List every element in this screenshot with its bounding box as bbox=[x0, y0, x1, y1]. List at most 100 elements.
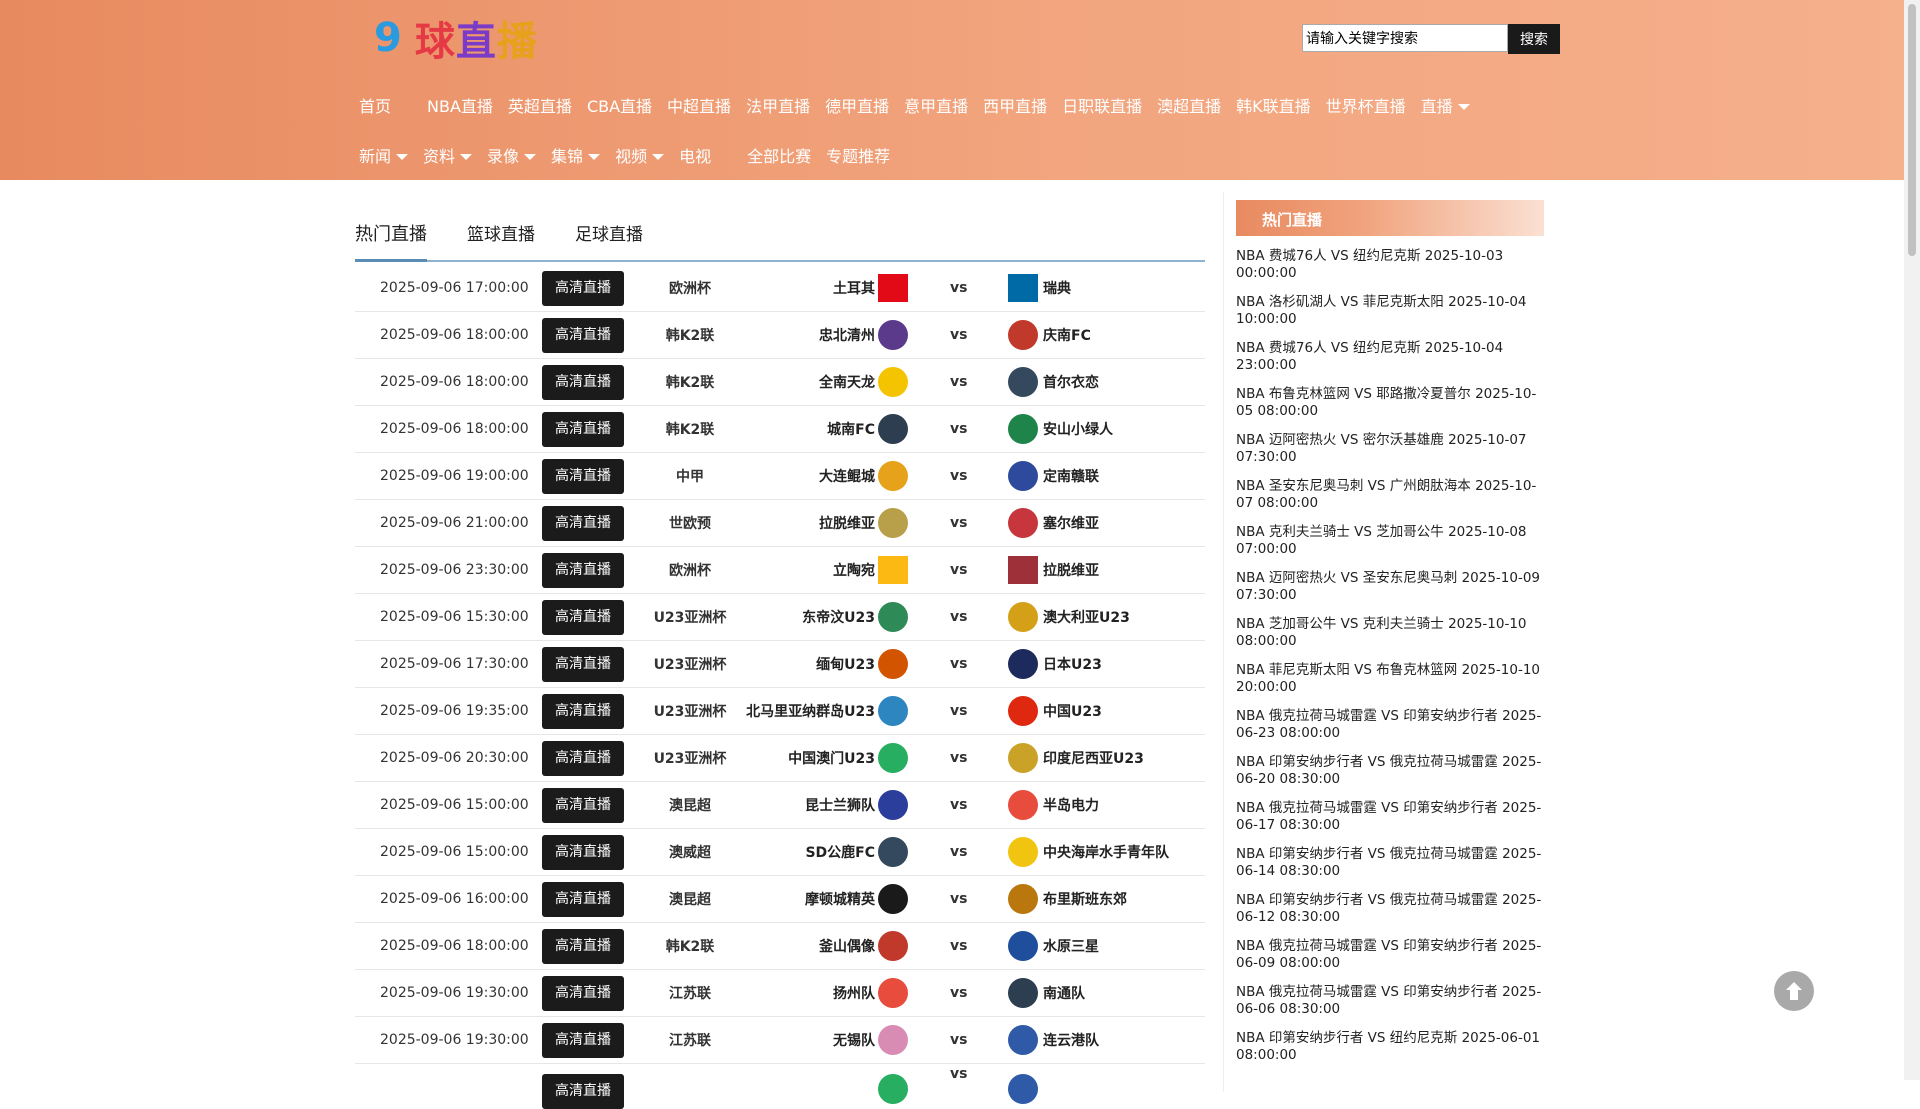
sidebar-match-link[interactable]: NBA 印第安纳步行者 VS 纽约尼克斯 2025-06-01 08:00:00 bbox=[1236, 1030, 1548, 1076]
home-team[interactable]: 拉脱维亚 bbox=[819, 513, 875, 533]
nav-item[interactable]: 直播 bbox=[1421, 93, 1470, 117]
league-name[interactable]: 韩K2联 bbox=[625, 419, 755, 439]
league-name[interactable]: 世欧预 bbox=[625, 513, 755, 533]
home-team[interactable]: 忠北清州 bbox=[819, 325, 875, 345]
sidebar-match-link[interactable]: NBA 俄克拉荷马城雷霆 VS 印第安纳步行者 2025-06-17 08:30… bbox=[1236, 800, 1548, 846]
match-row[interactable]: 2025-09-06 18:00:00 高清直播 韩K2联 城南FC vs 安山小绿人 bbox=[355, 406, 1205, 453]
nav-item[interactable]: 首页 bbox=[359, 93, 391, 117]
home-team[interactable]: 城南FC bbox=[827, 419, 875, 439]
match-row[interactable]: 2025-09-06 18:00:00 高清直播 韩K2联 全南天龙 vs 首尔衣恋 bbox=[355, 359, 1205, 406]
live-button[interactable]: 高清直播 bbox=[542, 1022, 624, 1058]
home-team[interactable]: 土耳其 bbox=[833, 278, 875, 298]
sidebar-match-link[interactable]: NBA 俄克拉荷马城雷霆 VS 印第安纳步行者 2025-06-06 08:30… bbox=[1236, 984, 1548, 1030]
league-name[interactable]: 欧洲杯 bbox=[625, 278, 755, 298]
live-button[interactable]: 高清直播 bbox=[542, 834, 624, 870]
home-team[interactable]: 釜山偶像 bbox=[819, 936, 875, 956]
match-row[interactable]: 2025-09-06 23:30:00 高清直播 欧洲杯 立陶宛 vs 拉脱维亚 bbox=[355, 547, 1205, 594]
away-team[interactable]: 安山小绿人 bbox=[1043, 419, 1113, 439]
sidebar-match-link[interactable]: NBA 布鲁克林篮网 VS 耶路撒冷夏普尔 2025-10-05 08:00:0… bbox=[1236, 386, 1548, 432]
match-row[interactable]: 2025-09-06 15:30:00 高清直播 U23亚洲杯 东帝汶U23 vs 澳大利… bbox=[355, 594, 1205, 641]
search-button[interactable]: 搜索 bbox=[1508, 24, 1560, 54]
league-name[interactable]: 韩K2联 bbox=[625, 372, 755, 392]
league-name[interactable]: 澳威超 bbox=[625, 842, 755, 862]
nav-item[interactable]: 意甲直播 bbox=[904, 93, 968, 117]
nav-item[interactable]: 韩K联直播 bbox=[1236, 93, 1311, 117]
away-team[interactable]: 连云港队 bbox=[1043, 1030, 1099, 1050]
away-team[interactable]: 瑞典 bbox=[1043, 278, 1071, 298]
away-team[interactable]: 澳大利亚U23 bbox=[1043, 607, 1130, 627]
sidebar-match-link[interactable]: NBA 芝加哥公牛 VS 克利夫兰骑士 2025-10-10 08:00:00 bbox=[1236, 616, 1548, 662]
away-team[interactable]: 中央海岸水手青年队 bbox=[1043, 842, 1169, 862]
nav-item[interactable]: 日职联直播 bbox=[1062, 93, 1142, 117]
live-button[interactable]: 高清直播 bbox=[542, 270, 624, 306]
match-row[interactable]: 2025-09-06 19:00:00 高清直播 中甲 大连鲲城 vs 定南赣联 bbox=[355, 453, 1205, 500]
sidebar-match-link[interactable]: NBA 迈阿密热火 VS 密尔沃基雄鹿 2025-10-07 07:30:00 bbox=[1236, 432, 1548, 478]
league-name[interactable]: 江苏联 bbox=[625, 1030, 755, 1050]
home-team[interactable]: SD公鹿FC bbox=[805, 842, 875, 862]
home-team[interactable]: 立陶宛 bbox=[833, 560, 875, 580]
nav-item[interactable]: 德甲直播 bbox=[825, 93, 889, 117]
match-row[interactable]: 2025-09-06 17:00:00 高清直播 欧洲杯 土耳其 vs 瑞典 bbox=[355, 265, 1205, 312]
league-name[interactable]: U23亚洲杯 bbox=[625, 654, 755, 674]
match-row[interactable]: 2025-09-06 21:00:00 高清直播 世欧预 拉脱维亚 vs 塞尔维亚 bbox=[355, 500, 1205, 547]
sidebar-match-link[interactable]: NBA 印第安纳步行者 VS 俄克拉荷马城雷霆 2025-06-20 08:30… bbox=[1236, 754, 1548, 800]
away-team[interactable]: 印度尼西亚U23 bbox=[1043, 748, 1144, 768]
home-team[interactable]: 东帝汶U23 bbox=[802, 607, 875, 627]
sidebar-match-link[interactable]: NBA 费城76人 VS 纽约尼克斯 2025-10-04 23:00:00 bbox=[1236, 340, 1548, 386]
home-team[interactable]: 中国澳门U23 bbox=[788, 748, 875, 768]
sidebar-match-link[interactable]: NBA 印第安纳步行者 VS 俄克拉荷马城雷霆 2025-06-12 08:30… bbox=[1236, 892, 1548, 938]
live-button[interactable]: 高清直播 bbox=[542, 505, 624, 541]
live-button[interactable]: 高清直播 bbox=[542, 881, 624, 917]
home-team[interactable]: 北马里亚纳群岛U23 bbox=[746, 701, 875, 721]
away-team[interactable]: 水原三星 bbox=[1043, 936, 1099, 956]
away-team[interactable]: 日本U23 bbox=[1043, 654, 1102, 674]
league-name[interactable]: 韩K2联 bbox=[625, 325, 755, 345]
scrollbar-thumb[interactable] bbox=[1908, 4, 1916, 256]
live-button[interactable]: 高清直播 bbox=[542, 928, 624, 964]
league-name[interactable]: 韩K2联 bbox=[625, 936, 755, 956]
nav-item[interactable]: NBA直播 bbox=[427, 93, 493, 117]
nav-item[interactable]: 专题推荐 bbox=[826, 143, 890, 167]
nav-item[interactable]: 新闻 bbox=[359, 143, 409, 167]
league-name[interactable]: 中甲 bbox=[625, 466, 755, 486]
away-team[interactable]: 半岛电力 bbox=[1043, 795, 1099, 815]
home-team[interactable]: 扬州队 bbox=[833, 983, 875, 1003]
league-name[interactable]: 江苏联 bbox=[625, 983, 755, 1003]
home-team[interactable]: 全南天龙 bbox=[819, 372, 875, 392]
home-team[interactable]: 摩顿城精英 bbox=[805, 889, 875, 909]
live-button[interactable]: 高清直播 bbox=[542, 458, 624, 494]
away-team[interactable]: 南通队 bbox=[1043, 983, 1085, 1003]
match-row[interactable]: 高清直播 vs bbox=[355, 1064, 1205, 1109]
match-row[interactable]: 2025-09-06 15:00:00 高清直播 澳威超 SD公鹿FC vs 中央海岸水手… bbox=[355, 829, 1205, 876]
away-team[interactable]: 拉脱维亚 bbox=[1043, 560, 1099, 580]
live-button[interactable]: 高清直播 bbox=[542, 1074, 624, 1109]
match-row[interactable]: 2025-09-06 17:30:00 高清直播 U23亚洲杯 缅甸U23 vs 日本U2… bbox=[355, 641, 1205, 688]
league-name[interactable]: 澳昆超 bbox=[625, 889, 755, 909]
away-team[interactable]: 中国U23 bbox=[1043, 701, 1102, 721]
away-team[interactable]: 庆南FC bbox=[1043, 325, 1091, 345]
sidebar-match-link[interactable]: NBA 迈阿密热火 VS 圣安东尼奥马刺 2025-10-09 07:30:00 bbox=[1236, 570, 1548, 616]
live-button[interactable]: 高清直播 bbox=[542, 693, 624, 729]
live-button[interactable]: 高清直播 bbox=[542, 317, 624, 353]
nav-item[interactable]: 世界杯直播 bbox=[1326, 93, 1406, 117]
nav-item[interactable]: 录像 bbox=[487, 143, 537, 167]
live-button[interactable]: 高清直播 bbox=[542, 787, 624, 823]
match-row[interactable]: 2025-09-06 20:30:00 高清直播 U23亚洲杯 中国澳门U23 vs 印度… bbox=[355, 735, 1205, 782]
league-name[interactable]: U23亚洲杯 bbox=[625, 748, 755, 768]
live-button[interactable]: 高清直播 bbox=[542, 740, 624, 776]
tab-football-live[interactable]: 足球直播 bbox=[575, 218, 643, 260]
page-scrollbar[interactable] bbox=[1904, 0, 1920, 1080]
match-row[interactable]: 2025-09-06 19:30:00 高清直播 江苏联 扬州队 vs 南通队 bbox=[355, 970, 1205, 1017]
sidebar-match-link[interactable]: NBA 洛杉矶湖人 VS 菲尼克斯太阳 2025-10-04 10:00:00 bbox=[1236, 294, 1548, 340]
site-logo[interactable]: 9 球 直 播 bbox=[374, 15, 538, 65]
match-row[interactable]: 2025-09-06 18:00:00 高清直播 韩K2联 忠北清州 vs 庆南FC bbox=[355, 312, 1205, 359]
tab-hot-live[interactable]: 热门直播 bbox=[355, 218, 427, 262]
search-input[interactable] bbox=[1302, 24, 1508, 52]
league-name[interactable]: 澳昆超 bbox=[625, 795, 755, 815]
away-team[interactable]: 定南赣联 bbox=[1043, 466, 1099, 486]
nav-item[interactable]: 中超直播 bbox=[667, 93, 731, 117]
match-row[interactable]: 2025-09-06 15:00:00 高清直播 澳昆超 昆士兰狮队 vs 半岛电力 bbox=[355, 782, 1205, 829]
nav-item[interactable]: 集锦 bbox=[551, 143, 601, 167]
away-team[interactable]: 布里斯班东郊 bbox=[1043, 889, 1127, 909]
nav-item[interactable]: 西甲直播 bbox=[983, 93, 1047, 117]
